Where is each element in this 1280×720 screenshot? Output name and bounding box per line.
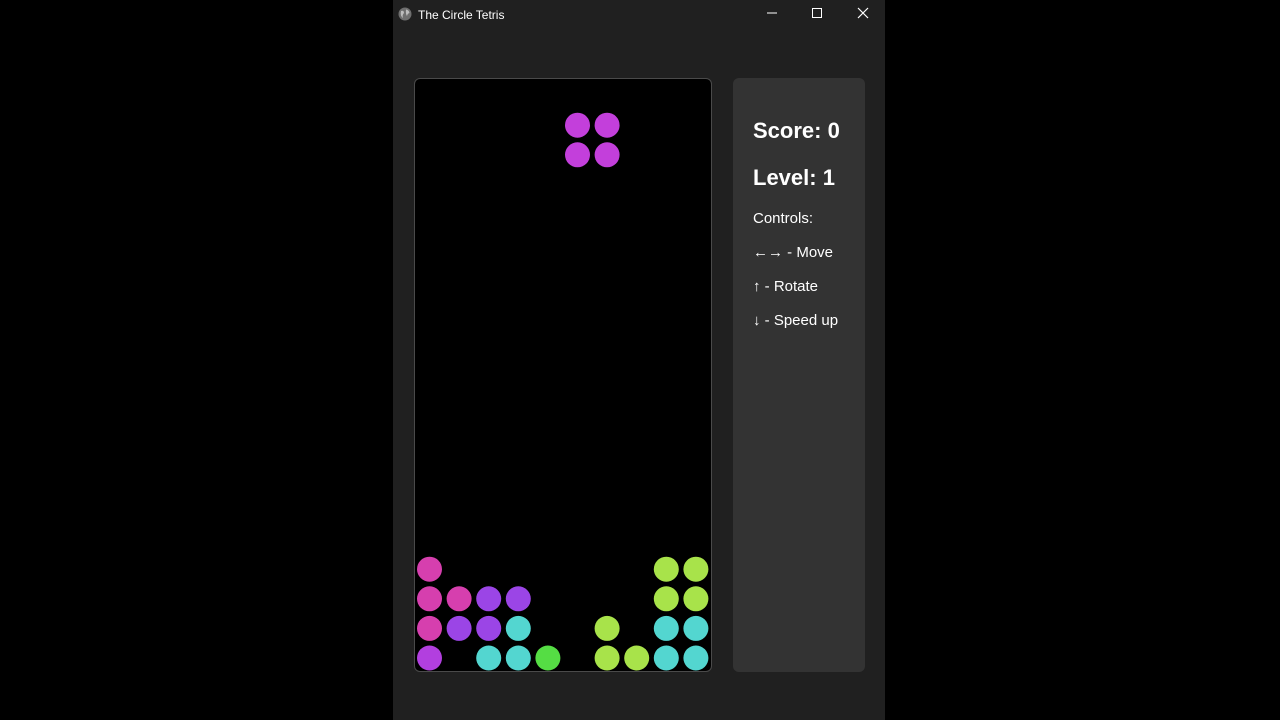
title-bar[interactable]: The Circle Tetris <box>393 0 885 30</box>
board-canvas <box>417 112 709 671</box>
settled-block <box>446 586 472 612</box>
game-board[interactable] <box>414 78 712 672</box>
controls-heading: Controls: <box>753 210 814 227</box>
level-display: Level: 1 <box>753 165 835 190</box>
settled-block <box>446 615 472 641</box>
settled-block <box>505 645 531 671</box>
settled-block <box>417 556 442 582</box>
falling-block <box>565 112 590 138</box>
control-speed-up: ↓ - Speed up <box>753 312 839 329</box>
settled-block <box>594 615 620 641</box>
settled-block <box>624 645 650 671</box>
globe-icon <box>398 7 412 21</box>
close-button[interactable] <box>840 0 886 30</box>
settled-block <box>505 586 531 612</box>
window-title: The Circle Tetris <box>418 8 505 22</box>
settled-block <box>653 615 679 641</box>
settled-block <box>535 645 561 671</box>
score-display: Score: 0 <box>753 118 840 143</box>
settled-block <box>476 586 502 612</box>
falling-block <box>594 112 620 138</box>
minimize-button[interactable] <box>749 0 795 30</box>
maximize-button[interactable] <box>794 0 840 30</box>
settled-block <box>476 645 502 671</box>
falling-block <box>565 142 590 168</box>
control-move: ←→ - Move <box>753 244 834 261</box>
info-panel: Score: 0 Level: 1 Controls: ←→ - Move ↑ … <box>733 78 865 672</box>
settled-block <box>505 615 531 641</box>
settled-block <box>653 645 679 671</box>
settled-block <box>417 586 442 612</box>
settled-block <box>683 615 709 641</box>
game-window: The Circle Tetris Score: 0 Level: 1 Cont… <box>393 0 885 720</box>
minimize-icon <box>766 6 778 24</box>
settled-block <box>683 556 709 582</box>
settled-block <box>683 586 709 612</box>
settled-block <box>476 615 502 641</box>
settled-block <box>417 645 442 671</box>
control-rotate: ↑ - Rotate <box>753 278 819 295</box>
close-icon <box>857 6 869 24</box>
settled-block <box>653 556 679 582</box>
settled-block <box>594 645 620 671</box>
falling-block <box>594 142 620 168</box>
settled-block <box>417 615 442 641</box>
maximize-icon <box>811 6 823 24</box>
settled-block <box>653 586 679 612</box>
settled-block <box>683 645 709 671</box>
